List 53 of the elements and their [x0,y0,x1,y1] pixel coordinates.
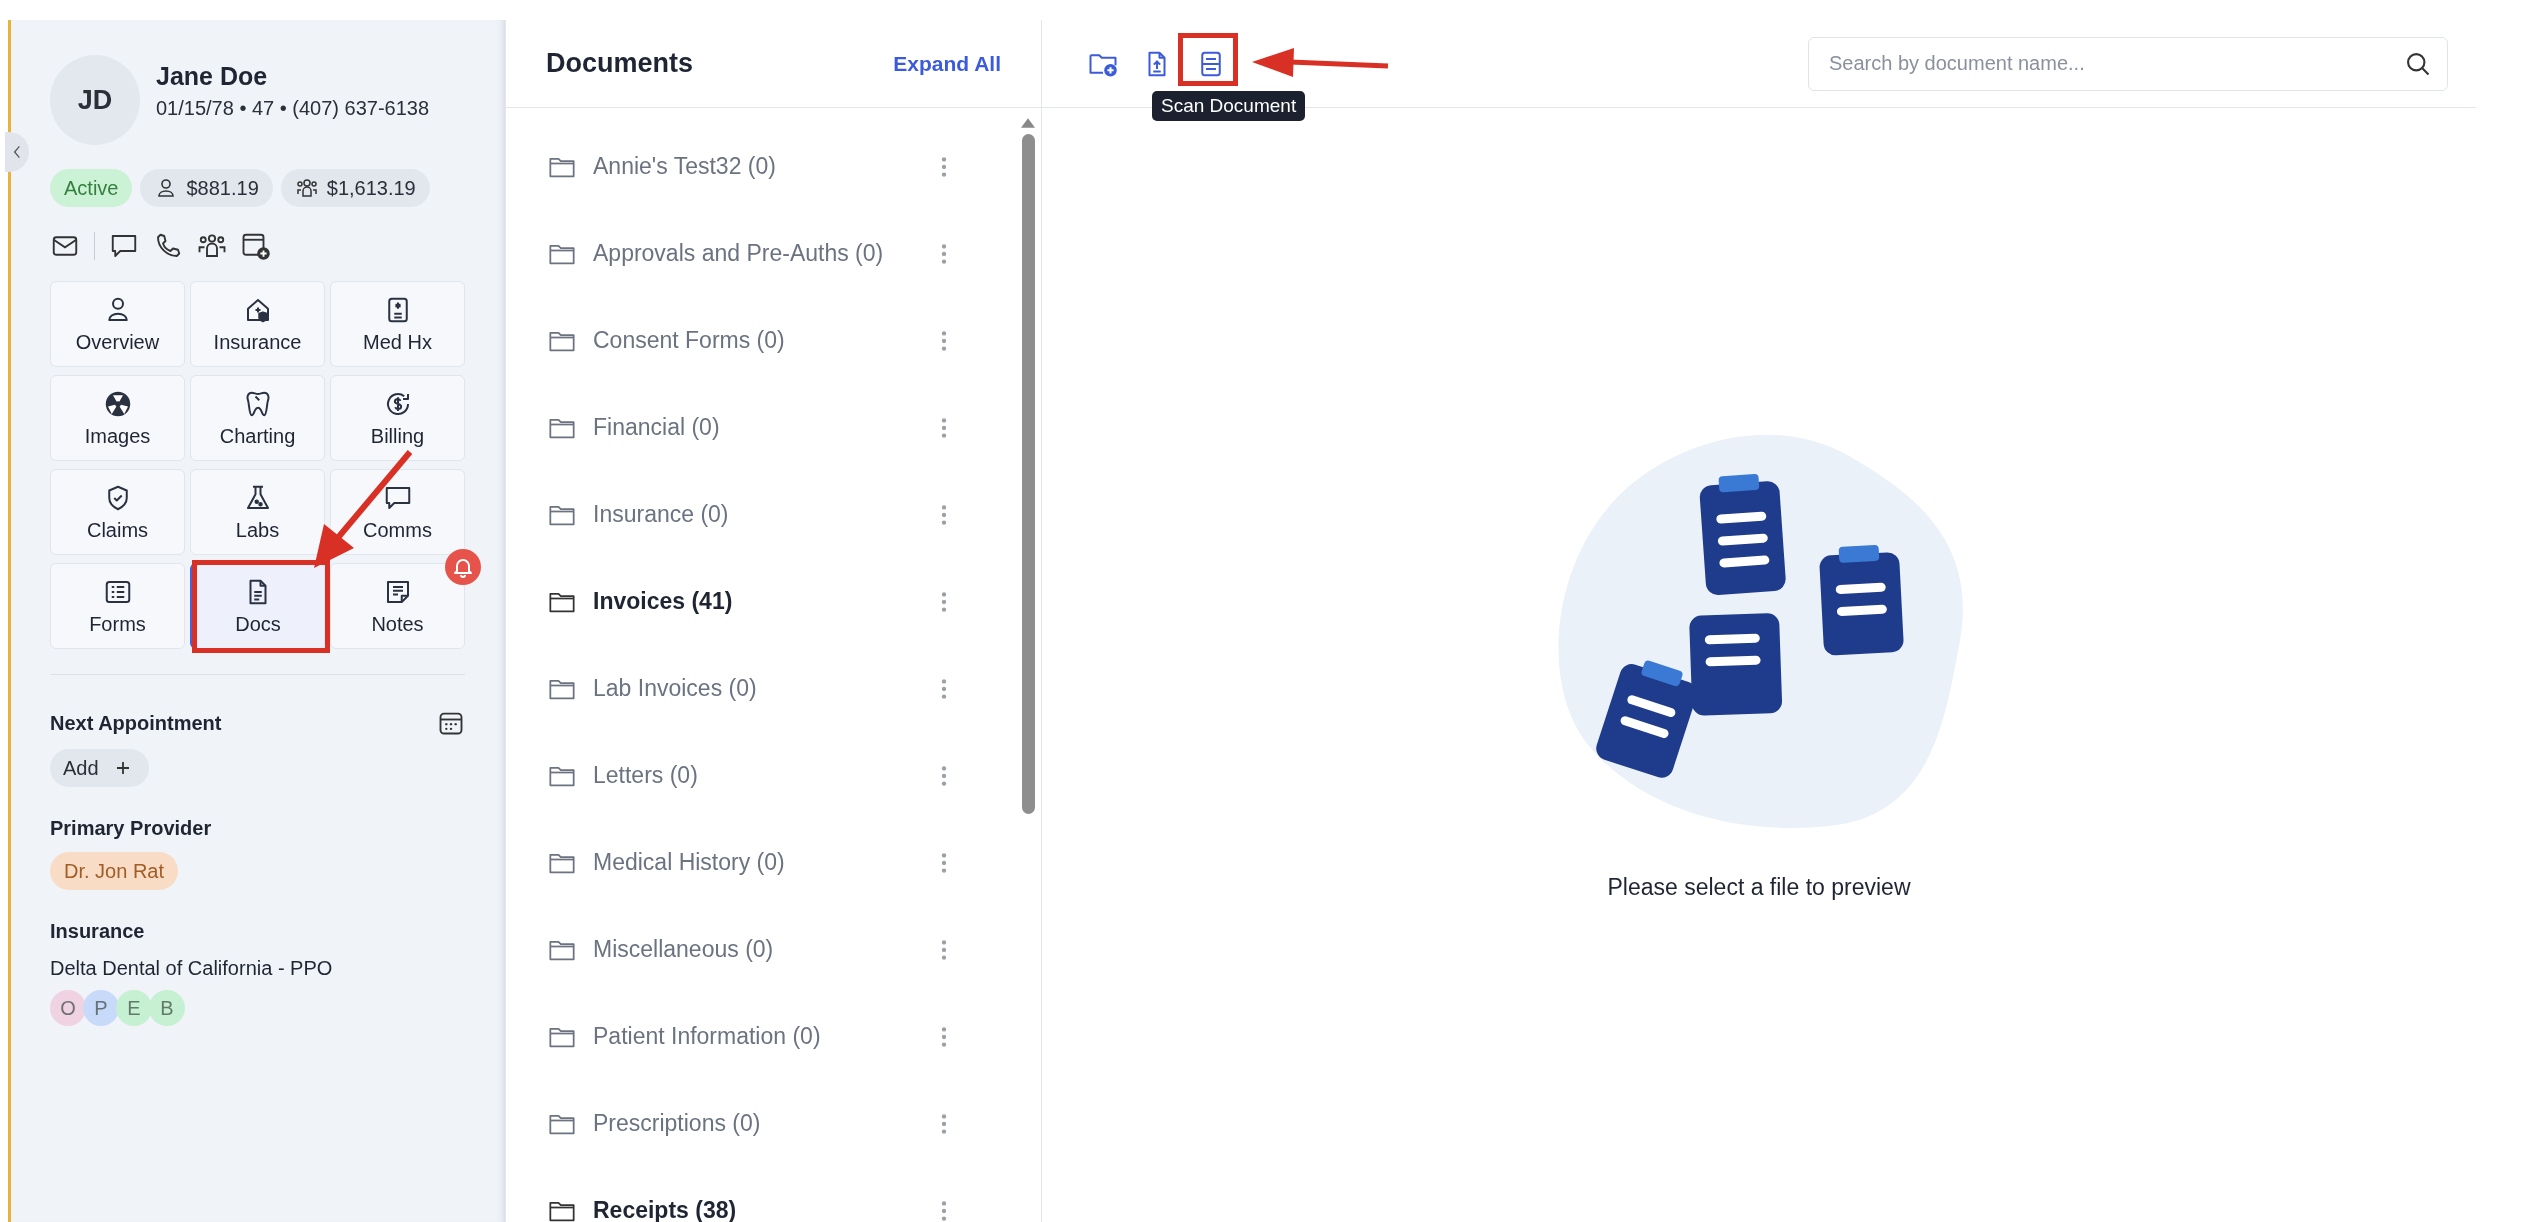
nav-tile[interactable]: Med Hx [330,281,465,367]
nav-tile[interactable]: Insurance [190,281,325,367]
balance-badge: $881.19 [140,169,273,207]
balance-badge: $1,613.19 [280,169,430,207]
coverage-badge: E [116,990,152,1026]
folder-name[interactable]: Receipts (38) [593,1197,940,1222]
patient-name: Jane Doe [156,62,269,91]
chevron-left-icon [13,145,21,159]
folder-name[interactable]: Consent Forms (0) [593,327,940,354]
nav-tile[interactable]: Comms [330,469,465,555]
plus-icon [114,760,131,776]
folder-name[interactable]: Invoices (41) [593,588,940,615]
folder-name[interactable]: Patient Information (0) [593,1023,940,1050]
calendar-add-icon[interactable] [241,231,271,261]
nav-tile[interactable]: Notes [330,563,465,649]
folder-name[interactable]: Financial (0) [593,414,940,441]
collapse-button[interactable] [5,132,29,172]
nav-tile[interactable]: Overview [50,281,185,367]
section-title: Primary Provider [50,817,212,840]
folder-name[interactable]: Lab Invoices (0) [593,675,940,702]
provider-tag: Dr. Jon Rat [50,852,179,890]
section-title: Insurance [50,920,145,943]
section-title: Next Appointment [50,711,222,735]
coverage-badge: B [149,990,185,1026]
nav-tile[interactable]: Forms [50,563,185,649]
patient-details: 01/15/78 • 47 • (407) 637-6138 [156,97,430,120]
folder-name[interactable]: Insurance (0) [593,501,940,528]
nav-tile[interactable]: Docs [190,563,325,649]
coverage-badge: O [50,990,86,1026]
panel-title: Documents [546,48,694,79]
folder-name[interactable]: Approvals and Pre-Auths (0) [593,240,940,267]
avatar: JD [50,55,140,145]
nav-tile[interactable]: Images [50,375,185,461]
notification-bell-badge[interactable] [445,549,481,585]
add-appointment-button[interactable]: Add [50,749,149,787]
nav-tile[interactable]: Charting [190,375,325,461]
scroll-up-icon[interactable] [1021,118,1035,128]
tooltip: Scan Document [1152,90,1306,121]
coverage-badge: P [83,990,119,1026]
search-field[interactable]: Search by document name... [1808,36,2448,91]
folder-name[interactable]: Miscellaneous (0) [593,936,940,963]
nav-tile[interactable]: Labs [190,469,325,555]
folder-name[interactable]: Medical History (0) [593,849,940,876]
folder-name[interactable]: Prescriptions (0) [593,1110,940,1137]
expand-all-link[interactable]: Expand All [893,51,1001,76]
nav-tile[interactable]: Claims [50,469,185,555]
status-badge: Active [50,169,133,207]
empty-preview-message: Please select a file to preview [1607,874,1911,901]
insurance-plan: Delta Dental of California - PPO [50,957,333,980]
folder-name[interactable]: Annie's Test32 (0) [593,153,940,180]
highlight-frame [1178,33,1238,86]
folder-name[interactable]: Letters (0) [593,762,940,789]
nav-tile[interactable]: Billing [330,375,465,461]
